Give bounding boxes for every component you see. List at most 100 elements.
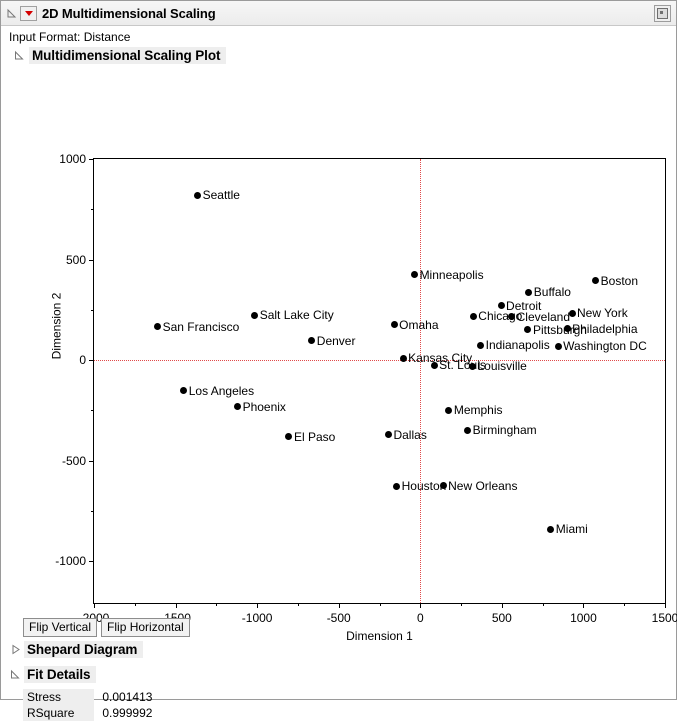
data-point[interactable] — [180, 387, 188, 395]
fit-detail-label: Stress — [23, 689, 95, 705]
data-point-label: Denver — [316, 333, 356, 348]
data-point[interactable] — [194, 191, 202, 199]
x-axis-tick-label: 0 — [416, 611, 424, 625]
y-axis-minor-tick — [91, 309, 94, 311]
data-point[interactable] — [411, 271, 419, 279]
close-window-icon[interactable] — [654, 5, 671, 22]
fit-detail-value: 0.001413 — [102, 690, 153, 704]
data-point-label: Minneapolis — [419, 267, 484, 282]
window-title-bar: 2D Multidimensional Scaling — [1, 1, 676, 26]
data-point[interactable] — [592, 277, 600, 285]
x-axis-tick-label: 1500 — [651, 611, 677, 625]
data-point[interactable] — [547, 525, 555, 533]
data-point-label: Philadelphia — [572, 321, 638, 336]
horizontal-reference-line — [94, 360, 665, 362]
data-point[interactable] — [285, 433, 293, 441]
data-point[interactable] — [399, 354, 407, 362]
data-point-label: New York — [577, 306, 628, 321]
x-axis-tick — [501, 603, 503, 608]
plot-frame[interactable]: -2000-1500-1000-50005001000150010005000-… — [55, 152, 677, 643]
shepard-diagram-section-header[interactable]: Shepard Diagram — [10, 641, 144, 658]
chevron-open-icon[interactable] — [14, 50, 25, 61]
mds-plot-section-header[interactable]: Multidimensional Scaling Plot — [1, 47, 676, 64]
input-format-label: Input Format: Distance — [9, 30, 131, 44]
data-point[interactable] — [568, 309, 576, 317]
data-point[interactable] — [477, 341, 485, 349]
data-point[interactable] — [251, 311, 259, 319]
data-point-label: Miami — [555, 522, 588, 536]
y-axis-tick-label: 1000 — [59, 152, 86, 166]
data-point[interactable] — [430, 361, 438, 369]
x-axis-tick — [175, 603, 177, 608]
vertical-reference-line — [420, 159, 422, 603]
y-axis-tick — [89, 159, 94, 160]
x-axis-minor-tick — [542, 603, 544, 606]
data-point[interactable] — [525, 288, 533, 296]
data-point[interactable] — [464, 426, 472, 434]
data-point[interactable] — [445, 406, 453, 414]
data-point[interactable] — [384, 431, 392, 439]
plot-controls: Flip Vertical Flip Horizontal — [23, 618, 190, 637]
data-point[interactable] — [524, 326, 532, 334]
x-axis-minor-tick — [461, 603, 463, 606]
window-disclosure-triangle-icon[interactable] — [6, 8, 17, 19]
x-axis-tick-label: 500 — [491, 611, 512, 625]
y-axis-tick — [89, 259, 94, 261]
x-axis-minor-tick — [624, 603, 626, 606]
data-point-label: Buffalo — [533, 285, 571, 300]
data-point-label: Washington DC — [563, 339, 647, 353]
data-point-label: Phoenix — [242, 399, 286, 414]
data-point[interactable] — [234, 403, 242, 411]
data-point[interactable] — [390, 321, 398, 329]
fit-details-section-header[interactable]: Fit Details — [10, 666, 97, 683]
report-content: Input Format: Distance Multidimensional … — [1, 26, 677, 721]
data-point-label: Indianapolis — [485, 338, 550, 352]
table-row: Stress 0.001413 — [23, 689, 156, 705]
data-point-label: Omaha — [399, 317, 439, 332]
x-axis-minor-tick — [216, 603, 218, 606]
data-point[interactable] — [469, 312, 477, 320]
fit-details-table: Stress 0.001413 RSquare 0.999992 — [23, 689, 156, 721]
data-point[interactable] — [497, 302, 505, 310]
data-point[interactable] — [308, 337, 316, 345]
x-axis-minor-tick — [134, 603, 136, 606]
y-axis-tick-label: 0 — [79, 353, 86, 368]
x-axis-tick — [257, 603, 259, 608]
x-axis-minor-tick — [379, 603, 381, 606]
mds-scatter-plot: Dimension 2 -2000-1500-1000-500050010001… — [1, 66, 677, 643]
data-point[interactable] — [439, 482, 447, 490]
data-point-label: New Orleans — [448, 478, 518, 493]
y-axis-tick — [89, 561, 94, 563]
red-triangle-menu-icon[interactable] — [20, 5, 37, 21]
data-point[interactable] — [393, 482, 401, 490]
data-point-label: Dallas — [393, 427, 427, 442]
x-axis-tick — [94, 603, 95, 608]
y-axis-title: Dimension 2 — [49, 292, 64, 360]
data-point-label: Seattle — [202, 188, 240, 203]
x-axis-tick-label: 1000 — [570, 611, 597, 625]
data-point-label: Cleveland — [516, 309, 571, 324]
flip-vertical-button[interactable]: Flip Vertical — [23, 618, 98, 637]
shepard-diagram-title: Shepard Diagram — [24, 641, 144, 658]
data-point[interactable] — [154, 323, 162, 330]
x-axis-tick — [583, 603, 585, 608]
flip-horizontal-button[interactable]: Flip Horizontal — [101, 618, 190, 637]
y-axis-minor-tick — [91, 410, 94, 412]
table-row: RSquare 0.999992 — [23, 705, 156, 721]
window-title: 2D Multidimensional Scaling — [42, 5, 216, 21]
y-axis-tick-label: 500 — [65, 252, 86, 267]
data-point[interactable] — [554, 342, 562, 350]
data-point-label: Salt Lake City — [259, 308, 334, 323]
data-point-label: Memphis — [453, 403, 503, 418]
chevron-open-icon[interactable] — [10, 669, 21, 680]
y-axis-minor-tick — [91, 209, 94, 211]
data-point[interactable] — [468, 362, 476, 370]
x-axis-minor-tick — [297, 603, 299, 606]
y-axis-tick-label: -500 — [61, 453, 86, 468]
x-axis-tick — [338, 603, 340, 608]
fit-detail-label: RSquare — [23, 705, 95, 721]
data-point-label: Boston — [600, 273, 639, 288]
chevron-closed-icon[interactable] — [10, 644, 21, 655]
data-point-label: San Francisco — [162, 319, 240, 334]
x-axis-tick — [665, 603, 666, 608]
